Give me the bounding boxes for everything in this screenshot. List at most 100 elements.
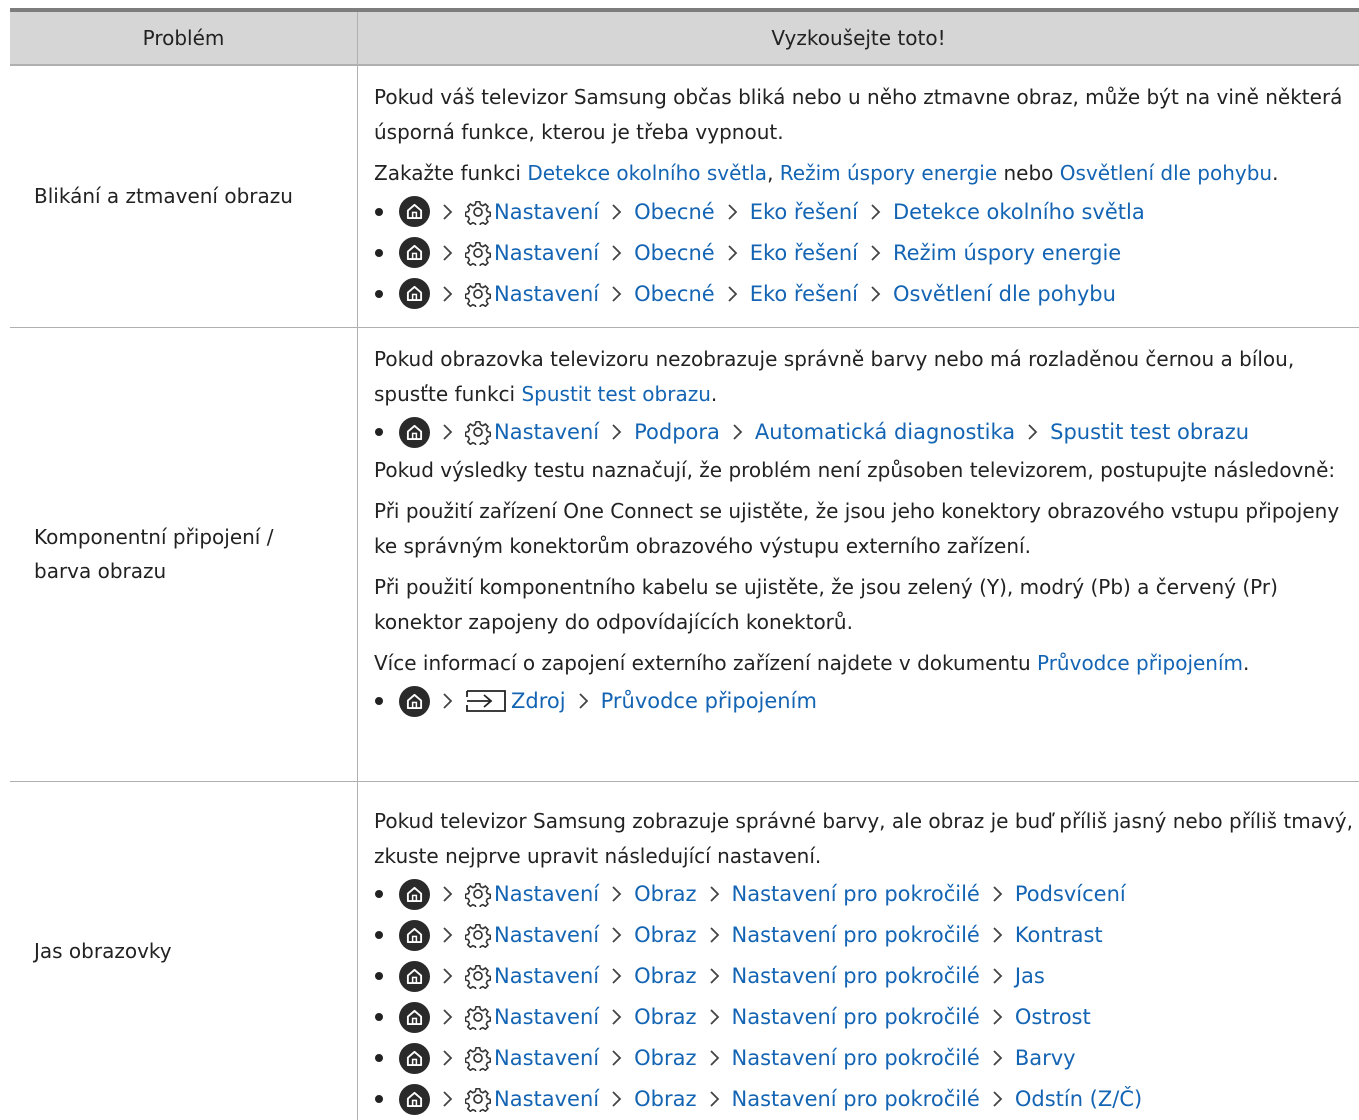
- bullet: [375, 290, 383, 298]
- troubleshooting-table: Problém Vyzkoušejte toto! Blikání a ztma…: [10, 8, 1359, 1120]
- problem-cell: Komponentní připojení /barva obrazu: [10, 327, 358, 781]
- path-segment[interactable]: Ostrost: [1015, 1005, 1091, 1029]
- path-segment[interactable]: Nastavení pro pokročilé: [732, 1046, 980, 1070]
- gear-icon: [465, 199, 491, 225]
- link[interactable]: Režim úspory energie: [780, 161, 997, 185]
- chevron-right-icon: [611, 423, 622, 441]
- chevron-right-icon: [709, 926, 720, 944]
- path-segment[interactable]: Eko řešení: [750, 241, 858, 265]
- path-line: Nastavení Obecné Eko řešení Režim úspory en…: [374, 232, 1359, 273]
- path-segment[interactable]: Nastavení: [494, 241, 599, 265]
- bullet: [375, 972, 383, 980]
- source-icon: [465, 689, 507, 713]
- path-segment[interactable]: Obraz: [634, 1005, 696, 1029]
- path-list: Nastavení Obecné Eko řešení Detekce okolníh…: [374, 191, 1359, 314]
- gear-icon: [465, 1004, 491, 1030]
- paragraph: Více informací o zapojení externího zaří…: [374, 646, 1359, 681]
- gear-icon: [465, 922, 491, 948]
- path-segment[interactable]: Nastavení pro pokročilé: [732, 923, 980, 947]
- paragraph: Pokud televizor Samsung zobrazuje správn…: [374, 804, 1359, 874]
- solution-cell: Pokud obrazovka televizoru nezobrazuje s…: [358, 327, 1359, 781]
- path-list: Zdroj Průvodce připojením: [374, 681, 1359, 722]
- path-segment[interactable]: Kontrast: [1015, 923, 1103, 947]
- link[interactable]: Osvětlení dle pohybu: [1060, 161, 1272, 185]
- chevron-right-icon: [442, 885, 453, 903]
- path-line: Nastavení Obraz Nastavení pro pokročilé Pod…: [374, 874, 1359, 915]
- path-segment[interactable]: Obecné: [634, 282, 715, 306]
- path-segment[interactable]: Detekce okolního světla: [893, 200, 1145, 224]
- path-segment[interactable]: Odstín (Z/Č): [1015, 1087, 1142, 1111]
- link[interactable]: Spustit test obrazu: [521, 382, 710, 406]
- path-segment[interactable]: Nastavení pro pokročilé: [732, 1005, 980, 1029]
- chevron-right-icon: [578, 692, 589, 710]
- path-segment[interactable]: Nastavení: [494, 1005, 599, 1029]
- path-segment[interactable]: Spustit test obrazu: [1050, 420, 1249, 444]
- path-segment[interactable]: Eko řešení: [750, 200, 858, 224]
- path-segment[interactable]: Barvy: [1015, 1046, 1076, 1070]
- path-list: Nastavení Podpora Automatická diagnostika S…: [374, 412, 1359, 453]
- path-segment[interactable]: Nastavení: [494, 1087, 599, 1111]
- chevron-right-icon: [611, 885, 622, 903]
- chevron-right-icon: [611, 203, 622, 221]
- path-segment[interactable]: Nastavení pro pokročilé: [732, 882, 980, 906]
- chevron-right-icon: [727, 203, 738, 221]
- path-segment[interactable]: Nastavení pro pokročilé: [732, 964, 980, 988]
- path-segment[interactable]: Průvodce připojením: [601, 689, 817, 713]
- path-segment[interactable]: Eko řešení: [750, 282, 858, 306]
- path-segment[interactable]: Automatická diagnostika: [755, 420, 1015, 444]
- path-segment[interactable]: Jas: [1015, 964, 1045, 988]
- gear-icon: [465, 281, 491, 307]
- path-line: Nastavení Obecné Eko řešení Osvětlení dle p…: [374, 273, 1359, 314]
- bullet: [375, 1013, 383, 1021]
- path-segment[interactable]: Nastavení: [494, 964, 599, 988]
- solution-cell: Pokud televizor Samsung zobrazuje správn…: [358, 781, 1359, 1120]
- path-segment[interactable]: Nastavení: [494, 882, 599, 906]
- path-line: Nastavení Obraz Nastavení pro pokročilé Ods…: [374, 1079, 1359, 1120]
- chevron-right-icon: [611, 926, 622, 944]
- path-segment[interactable]: Obraz: [634, 964, 696, 988]
- home-icon: [399, 686, 430, 717]
- path-segment[interactable]: Nastavení pro pokročilé: [732, 1087, 980, 1111]
- home-icon: [399, 920, 430, 951]
- chevron-right-icon: [709, 967, 720, 985]
- bullet: [375, 428, 383, 436]
- path-segment[interactable]: Zdroj: [511, 689, 566, 713]
- path-segment[interactable]: Nastavení: [494, 923, 599, 947]
- chevron-right-icon: [442, 926, 453, 944]
- chevron-right-icon: [442, 1049, 453, 1067]
- paragraph: Zakažte funkci Detekce okolního světla, …: [374, 156, 1359, 191]
- header-problem: Problém: [10, 10, 358, 65]
- paragraph: Pokud výsledky testu naznačují, že probl…: [374, 453, 1359, 488]
- path-segment[interactable]: Obraz: [634, 882, 696, 906]
- path-segment[interactable]: Obraz: [634, 1046, 696, 1070]
- table-row: Komponentní připojení /barva obrazu Poku…: [10, 327, 1359, 781]
- path-segment[interactable]: Osvětlení dle pohybu: [893, 282, 1116, 306]
- solution-cell: Pokud váš televizor Samsung občas bliká …: [358, 65, 1359, 327]
- bullet: [375, 1054, 383, 1062]
- path-segment[interactable]: Obecné: [634, 200, 715, 224]
- path-segment[interactable]: Podpora: [634, 420, 720, 444]
- gear-icon: [465, 963, 491, 989]
- path-segment[interactable]: Obraz: [634, 923, 696, 947]
- chevron-right-icon: [709, 885, 720, 903]
- chevron-right-icon: [727, 244, 738, 262]
- chevron-right-icon: [709, 1090, 720, 1108]
- table-row: Jas obrazovky Pokud televizor Samsung zo…: [10, 781, 1359, 1120]
- home-icon: [399, 879, 430, 910]
- home-icon: [399, 961, 430, 992]
- link[interactable]: Detekce okolního světla: [527, 161, 767, 185]
- path-segment[interactable]: Nastavení: [494, 282, 599, 306]
- chevron-right-icon: [442, 1008, 453, 1026]
- path-segment[interactable]: Režim úspory energie: [893, 241, 1121, 265]
- path-segment[interactable]: Nastavení: [494, 1046, 599, 1070]
- path-segment[interactable]: Obraz: [634, 1087, 696, 1111]
- paragraph: Pokud obrazovka televizoru nezobrazuje s…: [374, 342, 1359, 412]
- path-segment[interactable]: Nastavení: [494, 200, 599, 224]
- path-segment[interactable]: Podsvícení: [1015, 882, 1126, 906]
- link[interactable]: Průvodce připojením: [1037, 651, 1243, 675]
- chevron-right-icon: [442, 423, 453, 441]
- problem-line: Komponentní připojení /: [34, 520, 357, 554]
- path-segment[interactable]: Nastavení: [494, 420, 599, 444]
- path-segment[interactable]: Obecné: [634, 241, 715, 265]
- home-icon: [399, 1084, 430, 1115]
